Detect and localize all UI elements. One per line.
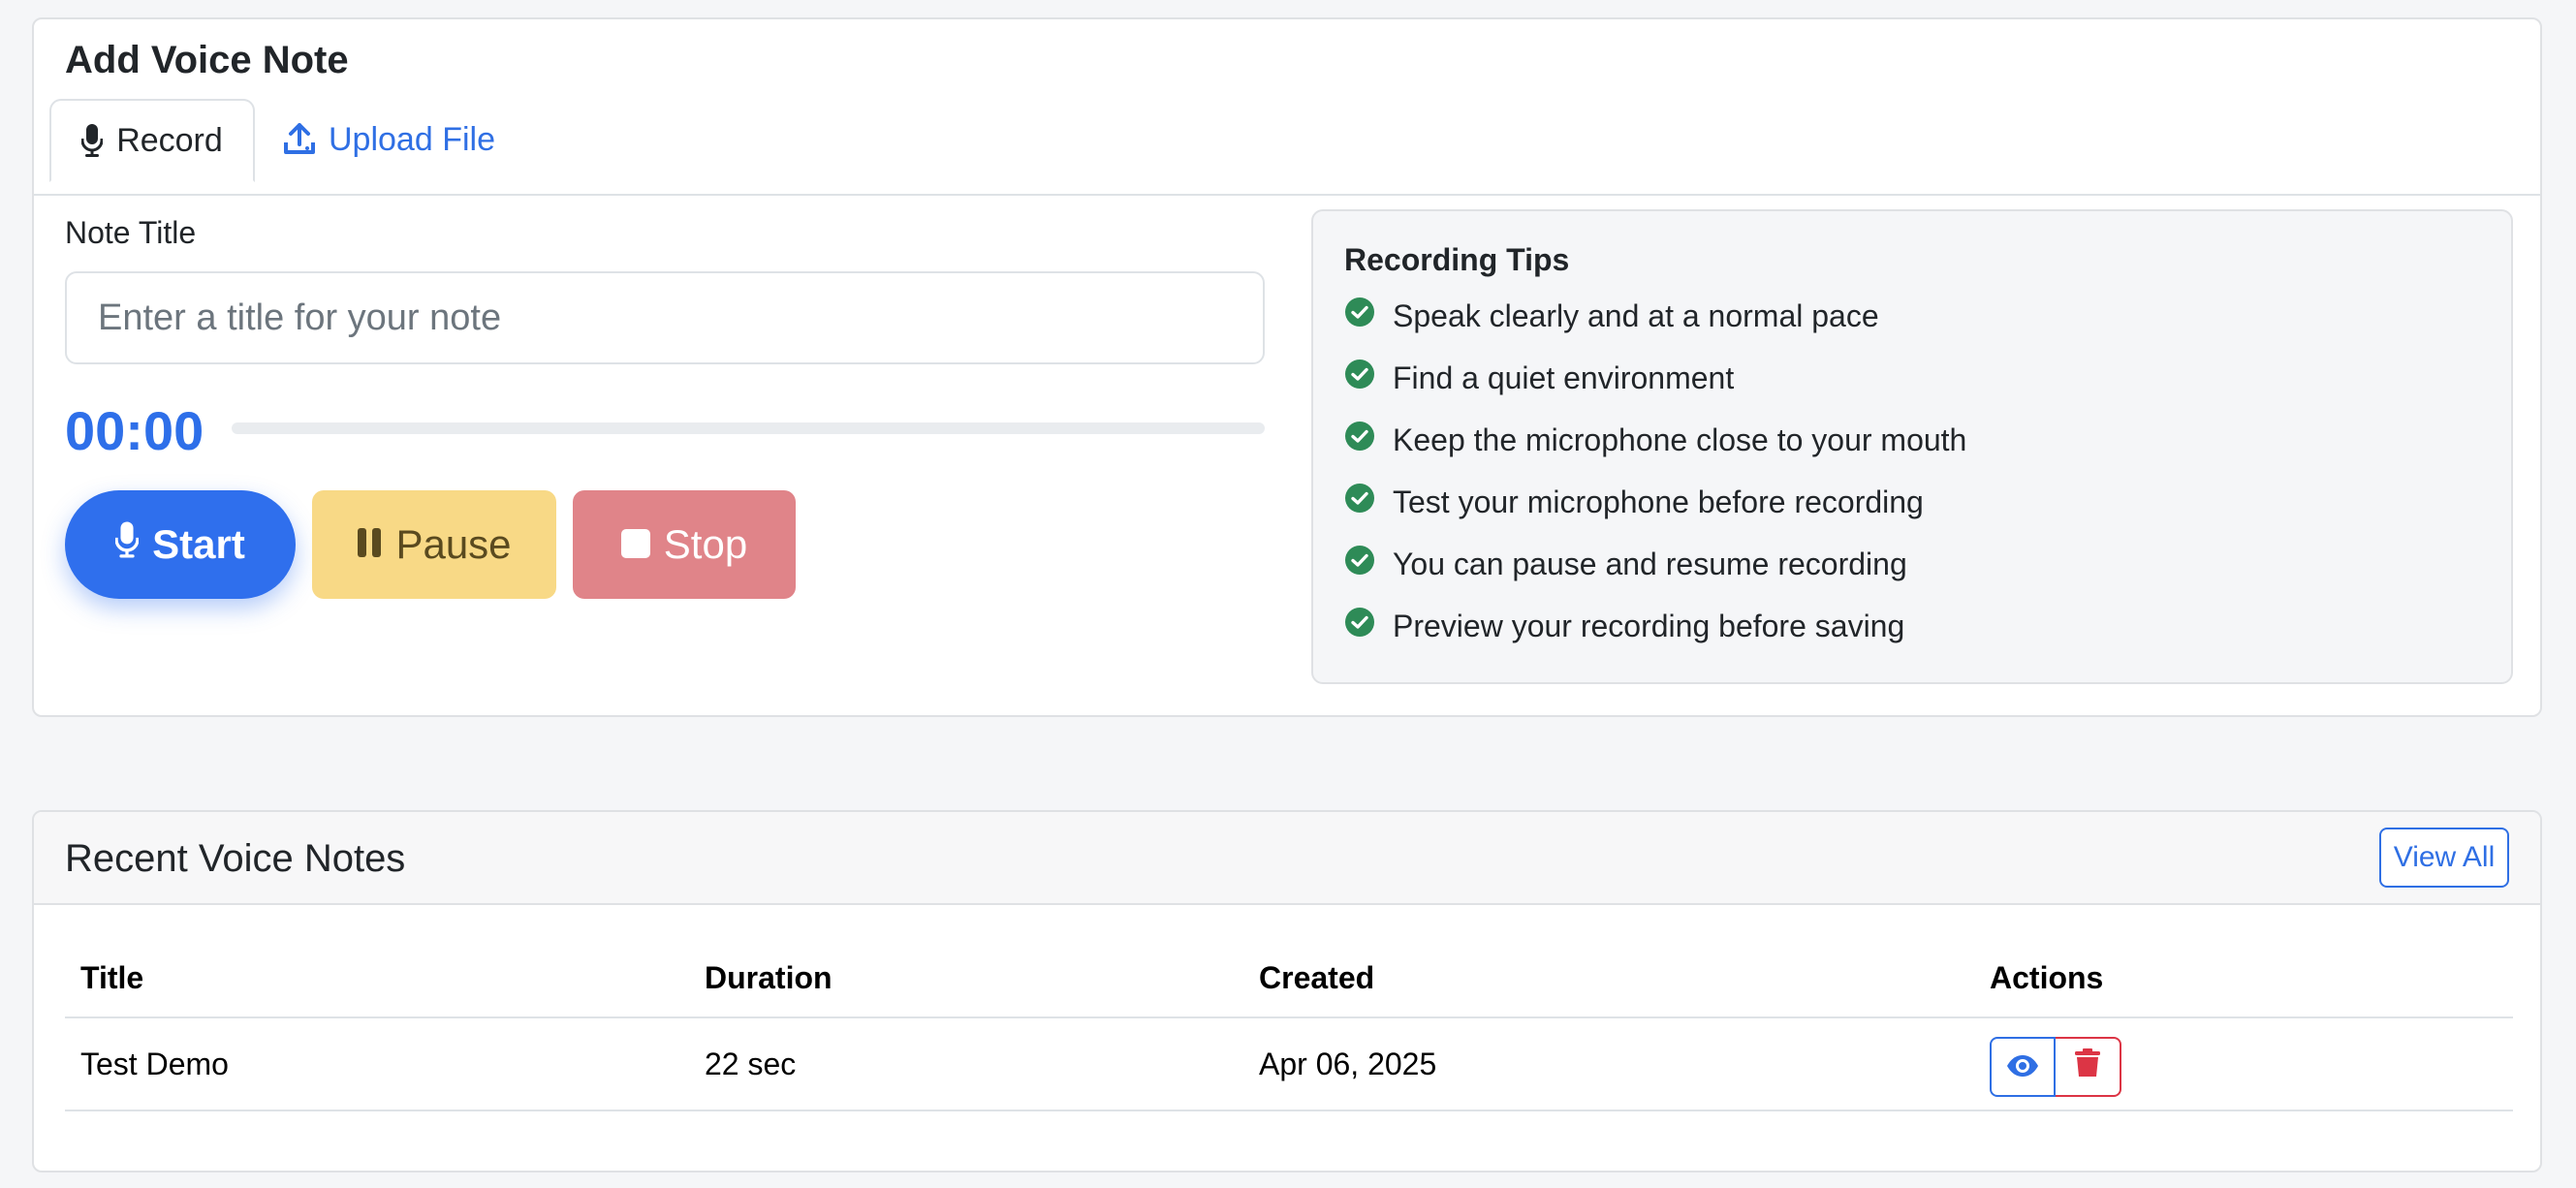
delete-note-button[interactable]: [2056, 1037, 2121, 1097]
column-header-created: Created: [1243, 940, 1974, 1018]
row-action-group: [1990, 1037, 2513, 1097]
note-title-label: Note Title: [65, 215, 197, 250]
check-circle-icon: [1344, 545, 1375, 583]
tip-item: Preview your recording before saving: [1344, 607, 1904, 645]
table-row: Test Demo 22 sec Apr 06, 2025: [65, 1017, 2513, 1111]
view-all-button[interactable]: View All: [2379, 828, 2509, 888]
note-title-cell: Test Demo: [65, 1017, 689, 1111]
voice-notes-table: Title Duration Created Actions Test Demo…: [65, 940, 2513, 1111]
recording-timer: 00:00: [65, 400, 204, 461]
column-header-duration: Duration: [689, 940, 1243, 1018]
microphone-icon: [114, 521, 140, 568]
tab-upload-file[interactable]: Upload File: [284, 99, 495, 180]
recording-tips-panel: Recording Tips Speak clearly and at a no…: [1311, 209, 2513, 684]
check-circle-icon: [1344, 483, 1375, 521]
pause-icon: [357, 521, 382, 568]
check-circle-icon: [1344, 607, 1375, 645]
note-created-cell: Apr 06, 2025: [1243, 1017, 1974, 1111]
start-button-label: Start: [152, 521, 245, 567]
recent-voice-notes-card: Recent Voice Notes View All Title Durati…: [32, 810, 2542, 1172]
recent-title: Recent Voice Notes: [65, 837, 406, 880]
tip-text: Test your microphone before recording: [1393, 484, 1924, 519]
recording-tips-title: Recording Tips: [1344, 242, 1570, 277]
tip-text: Keep the microphone close to your mouth: [1393, 422, 1967, 457]
note-actions-cell: [1974, 1017, 2513, 1111]
tab-record-label: Record: [116, 121, 223, 159]
tip-text: You can pause and resume recording: [1393, 546, 1907, 581]
check-circle-icon: [1344, 359, 1375, 397]
pause-button-label: Pause: [395, 521, 512, 567]
eye-icon: [2006, 1049, 2039, 1085]
note-title-input[interactable]: [65, 271, 1265, 364]
tab-bar: Record Upload File: [34, 99, 2540, 196]
upload-icon: [284, 123, 315, 156]
add-voice-note-card: Add Voice Note Record Upload File Note T…: [32, 17, 2542, 717]
pause-button[interactable]: Pause: [312, 490, 556, 599]
start-button[interactable]: Start: [65, 490, 296, 599]
recent-header: Recent Voice Notes View All: [34, 812, 2540, 905]
tip-text: Speak clearly and at a normal pace: [1393, 297, 1879, 333]
tip-item: Speak clearly and at a normal pace: [1344, 297, 1879, 335]
stop-button-label: Stop: [663, 521, 748, 567]
tip-item: Keep the microphone close to your mouth: [1344, 421, 1966, 459]
column-header-title: Title: [65, 940, 689, 1018]
tab-record[interactable]: Record: [49, 99, 255, 182]
tip-text: Preview your recording before saving: [1393, 608, 1905, 643]
recording-progress-bar: [232, 422, 1265, 434]
tip-item: You can pause and resume recording: [1344, 545, 1907, 583]
view-note-button[interactable]: [1990, 1037, 2056, 1097]
tip-item: Find a quiet environment: [1344, 359, 1734, 397]
stop-icon: [620, 521, 650, 568]
column-header-actions: Actions: [1974, 940, 2513, 1018]
trash-icon: [2075, 1048, 2100, 1085]
microphone-icon: [81, 124, 104, 157]
tip-text: Find a quiet environment: [1393, 360, 1735, 395]
note-duration-cell: 22 sec: [689, 1017, 1243, 1111]
tab-upload-label: Upload File: [329, 120, 495, 158]
card-title: Add Voice Note: [65, 39, 349, 81]
table-header-row: Title Duration Created Actions: [65, 940, 2513, 1018]
tip-item: Test your microphone before recording: [1344, 483, 1924, 521]
check-circle-icon: [1344, 421, 1375, 459]
check-circle-icon: [1344, 297, 1375, 335]
stop-button[interactable]: Stop: [573, 490, 796, 599]
